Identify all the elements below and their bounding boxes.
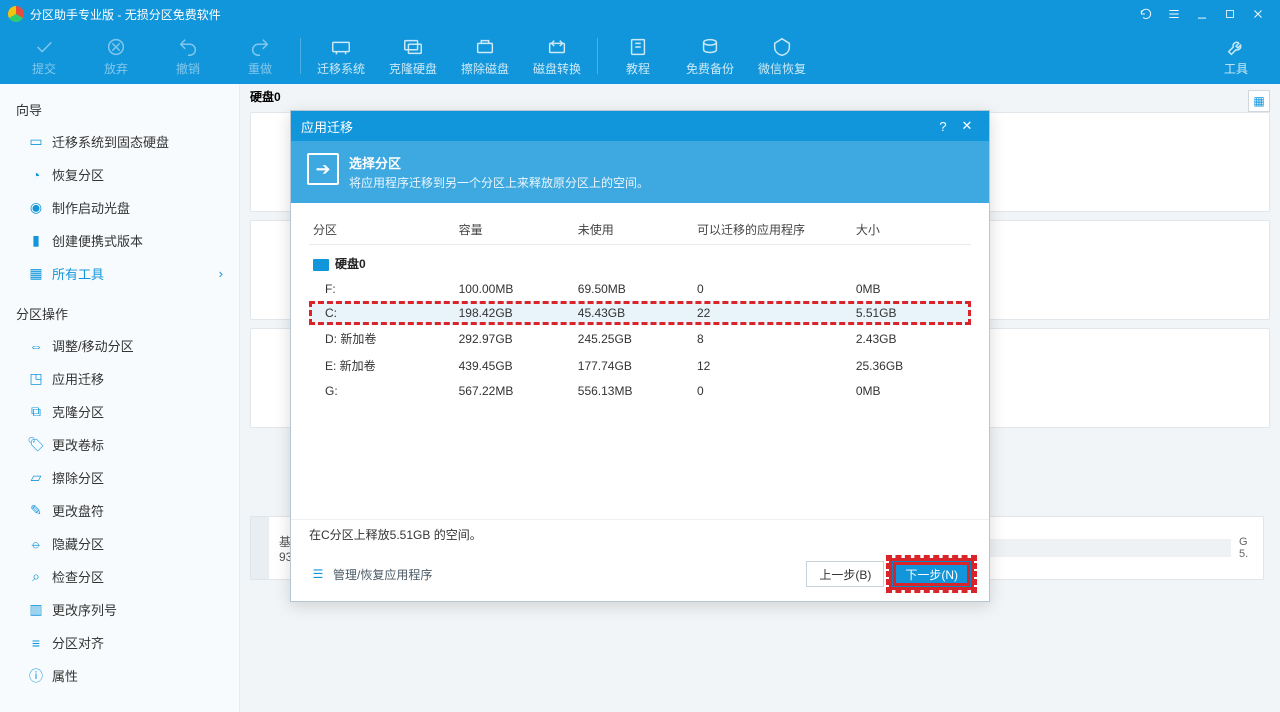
search-icon: ⌕ xyxy=(28,569,44,585)
sidebar-item-change-letter[interactable]: ✎更改盘符 xyxy=(0,494,239,527)
discard-button[interactable]: 放弃 xyxy=(80,28,152,84)
grid-icon: ▦ xyxy=(28,266,44,282)
migrate-os-button[interactable]: 迁移系统 xyxy=(305,28,377,84)
app-migrate-dialog: 应用迁移 ? ✕ ➔ 选择分区 将应用程序迁移到另一个分区上来释放原分区上的空间… xyxy=(290,110,990,602)
sidebar-item-portable[interactable]: ▮创建便携式版本 xyxy=(0,224,239,257)
sidebar-item-hide-partition[interactable]: ⦵隐藏分区 xyxy=(0,527,239,560)
sidebar-item-all-tools[interactable]: ▦所有工具› xyxy=(0,257,239,290)
app-icon: ◳ xyxy=(28,371,44,387)
pencil-icon: ✎ xyxy=(28,503,44,519)
usb-icon: ▮ xyxy=(28,233,44,249)
sidebar-item-wipe-partition[interactable]: ▱擦除分区 xyxy=(0,461,239,494)
chevron-right-icon: › xyxy=(219,266,223,281)
tag-icon: 🏷 xyxy=(28,437,44,453)
minimize-button[interactable] xyxy=(1188,0,1216,28)
disk-convert-button[interactable]: 磁盘转换 xyxy=(521,28,593,84)
info-icon: ⓘ xyxy=(28,668,44,684)
table-row[interactable]: C:198.42GB45.43GB225.51GB xyxy=(309,301,971,325)
manage-restore-link[interactable]: ☰管理/恢复应用程序 xyxy=(309,565,432,583)
sidebar-item-align[interactable]: ≡分区对齐 xyxy=(0,626,239,659)
clone-icon: ⧉ xyxy=(28,404,44,420)
sidebar-item-properties[interactable]: ⓘ属性 xyxy=(0,659,239,692)
dialog-status: 在C分区上释放5.51GB 的空间。 xyxy=(291,519,989,553)
table-row[interactable]: G:567.22MB556.13MB00MB xyxy=(309,379,971,403)
sidebar-item-app-migrate[interactable]: ◳应用迁移 xyxy=(0,362,239,395)
align-icon: ≡ xyxy=(28,635,44,651)
menu-icon[interactable] xyxy=(1160,0,1188,28)
tools-button[interactable]: 工具 xyxy=(1200,28,1272,84)
list-icon: ☰ xyxy=(309,565,327,583)
redo-button[interactable]: 重做 xyxy=(224,28,296,84)
app-title: 分区助手专业版 - 无损分区免费软件 xyxy=(30,6,221,23)
disk-icon xyxy=(313,259,329,271)
commit-button[interactable]: 提交 xyxy=(8,28,80,84)
partition-table: 分区 容量 未使用 可以迁移的应用程序 大小 硬盘0F:100.00MB69.5… xyxy=(309,215,971,403)
folder-arrow-icon: ➔ xyxy=(307,153,339,185)
dialog-help-button[interactable]: ? xyxy=(931,119,955,134)
sidebar-item-resize[interactable]: ⇔调整/移动分区 xyxy=(0,329,239,362)
dialog-close-button[interactable]: ✕ xyxy=(955,118,979,134)
disc-icon: ◉ xyxy=(28,200,44,216)
wizard-heading: 向导 xyxy=(0,94,239,125)
pie-icon: ◔ xyxy=(28,167,44,183)
refresh-icon[interactable] xyxy=(1132,0,1160,28)
app-logo xyxy=(8,6,24,22)
hdd-icon: ▭ xyxy=(28,134,44,150)
wechat-restore-button[interactable]: 微信恢复 xyxy=(746,28,818,84)
sidebar-item-recover-partition[interactable]: ◔恢复分区 xyxy=(0,158,239,191)
close-button[interactable] xyxy=(1244,0,1272,28)
free-backup-button[interactable]: 免费备份 xyxy=(674,28,746,84)
ops-heading: 分区操作 xyxy=(0,298,239,329)
eraser-icon: ▱ xyxy=(28,470,44,486)
sidebar-item-check-partition[interactable]: ⌕检查分区 xyxy=(0,560,239,593)
sidebar-item-change-label[interactable]: 🏷更改卷标 xyxy=(0,428,239,461)
maximize-button[interactable] xyxy=(1216,0,1244,28)
next-button[interactable]: 下一步(N) xyxy=(892,561,971,587)
dialog-title: 应用迁移 xyxy=(301,117,353,136)
sidebar-item-change-serial[interactable]: ▥更改序列号 xyxy=(0,593,239,626)
wipe-disk-button[interactable]: 擦除磁盘 xyxy=(449,28,521,84)
tutorial-button[interactable]: 教程 xyxy=(602,28,674,84)
resize-icon: ⇔ xyxy=(28,338,44,354)
sidebar-item-boot-disc[interactable]: ◉制作启动光盘 xyxy=(0,191,239,224)
barcode-icon: ▥ xyxy=(28,602,44,618)
sidebar-item-clone-partition[interactable]: ⧉克隆分区 xyxy=(0,395,239,428)
clone-disk-button[interactable]: 克隆硬盘 xyxy=(377,28,449,84)
table-row[interactable]: F:100.00MB69.50MB00MB xyxy=(309,277,971,301)
table-row[interactable]: D: 新加卷292.97GB245.25GB82.43GB xyxy=(309,325,971,352)
banner-sub: 将应用程序迁移到另一个分区上来释放原分区上的空间。 xyxy=(349,174,649,191)
banner-heading: 选择分区 xyxy=(349,153,649,172)
sidebar-item-migrate-ssd[interactable]: ▭迁移系统到固态硬盘 xyxy=(0,125,239,158)
eye-off-icon: ⦵ xyxy=(28,536,44,552)
sidebar: 向导 ▭迁移系统到固态硬盘 ◔恢复分区 ◉制作启动光盘 ▮创建便携式版本 ▦所有… xyxy=(0,84,240,712)
view-switch-button[interactable]: ▦ xyxy=(1248,90,1270,112)
prev-button[interactable]: 上一步(B) xyxy=(806,561,884,587)
table-row[interactable]: E: 新加卷439.45GB177.74GB1225.36GB xyxy=(309,352,971,379)
disk0-label: 硬盘0 xyxy=(250,88,281,105)
undo-button[interactable]: 撤销 xyxy=(152,28,224,84)
